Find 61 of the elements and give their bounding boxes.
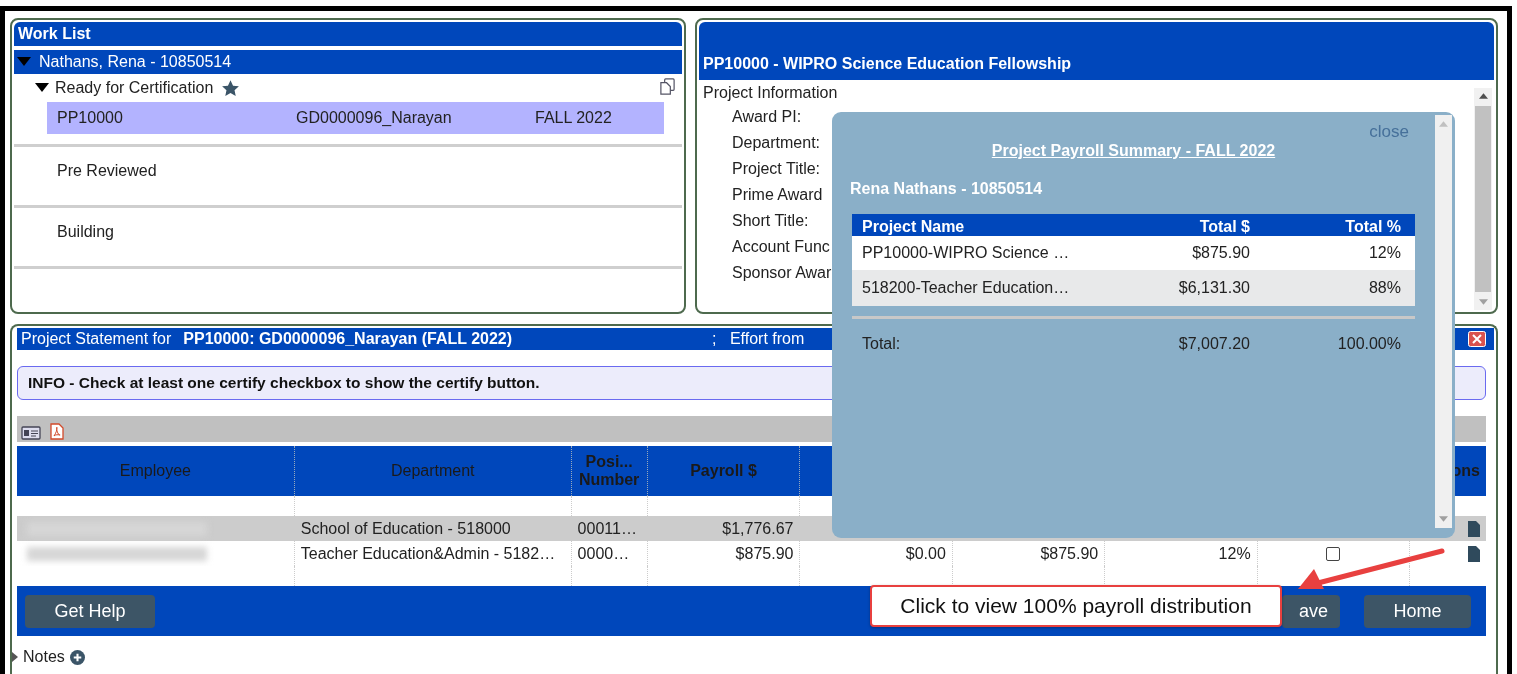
home-button[interactable]: Home: [1364, 594, 1471, 628]
table-cell: $0.00: [905, 544, 946, 563]
table-cell: 00011…: [577, 519, 637, 538]
close-icon[interactable]: [1468, 331, 1486, 347]
section-title: Project Information: [703, 83, 838, 103]
card-icon[interactable]: [21, 426, 41, 440]
panel-title: PP10000 - WIPRO Science Education Fellowship: [699, 22, 1494, 80]
pdf-icon[interactable]: [50, 423, 64, 440]
statement-label: Project Statement for: [21, 330, 172, 348]
callout: Click to view 100% payroll distribution: [870, 585, 1282, 627]
table-cell-text: 88%: [1367, 279, 1402, 297]
tree-item[interactable]: Nathans, Rena - 10850514: [14, 50, 682, 74]
table-cell: 12%: [1218, 544, 1251, 563]
popup-title: Project Payroll Summary - FALL 2022: [991, 142, 1276, 159]
column-header: Total $: [1198, 218, 1250, 236]
scrollbar[interactable]: [1474, 88, 1492, 310]
statement-project: PP10000: GD0000096_Narayan (FALL 2022): [183, 330, 513, 348]
scroll-up-icon[interactable]: [1478, 93, 1488, 99]
total-percent: 100.00%: [1336, 335, 1402, 353]
copy-icon[interactable]: [659, 78, 676, 95]
help-button[interactable]: Get Help: [25, 594, 155, 628]
table-row[interactable]: Teacher Education&Admin - 5182… 0000… $875.90 $0.00 $875.90 12%: [17, 541, 1486, 566]
field-label: Account Func: [732, 237, 830, 257]
certify-checkbox[interactable]: [1326, 546, 1341, 561]
table-cell: Teacher Education&Admin - 5182…: [300, 544, 556, 563]
star-icon[interactable]: [221, 78, 241, 98]
table-cell-text: $6,131.30: [1177, 279, 1250, 297]
file-icon[interactable]: [1467, 520, 1480, 537]
group-label[interactable]: Ready for Certification: [55, 79, 214, 97]
field-label: Project Title:: [732, 159, 821, 179]
field-label: Prime Award: [732, 185, 823, 205]
field-label: Short Title:: [732, 211, 809, 231]
caret-icon[interactable]: [35, 83, 49, 93]
table-cell: 0000…: [577, 544, 630, 563]
table-cell-text: PP10000-WIPRO Science …: [861, 244, 1071, 262]
notes-label[interactable]: Notes: [23, 648, 65, 666]
panel-title: Work List: [14, 22, 682, 46]
total-label: Total:: [861, 335, 902, 353]
field-label: Department:: [732, 133, 821, 153]
field-label: Sponsor Awar: [732, 263, 832, 283]
table-cell-text: $875.90: [1191, 244, 1250, 262]
effort-label: ; Effort from: [712, 330, 805, 348]
column-header: Project Name: [861, 218, 966, 236]
column-header: Total %: [1344, 218, 1402, 236]
table-cell: $875.90: [735, 544, 794, 563]
group-label[interactable]: Building: [57, 223, 114, 241]
group-label[interactable]: Pre Reviewed: [57, 162, 157, 180]
field-label: Award PI:: [732, 107, 802, 127]
table-cell-text: 518200-Teacher Education…: [861, 279, 1071, 297]
table-cell: $1,776.67: [722, 519, 794, 538]
table-cell: School of Education - 518000: [300, 519, 511, 538]
total-amount: $7,007.20: [1177, 335, 1250, 353]
employee-name: Rena Nathans - 10850514: [850, 180, 1044, 198]
caret-down-icon[interactable]: [17, 57, 31, 67]
file-icon[interactable]: [1467, 545, 1480, 562]
table-cell-text: 12%: [1367, 244, 1402, 262]
work-item[interactable]: PP10000 GD0000096_Narayan FALL 2022: [47, 102, 664, 134]
table-cell: $875.90: [1040, 544, 1099, 563]
caret-right-icon[interactable]: [12, 652, 18, 662]
save-button[interactable]: ave: [1282, 594, 1340, 628]
add-icon[interactable]: [69, 649, 85, 665]
